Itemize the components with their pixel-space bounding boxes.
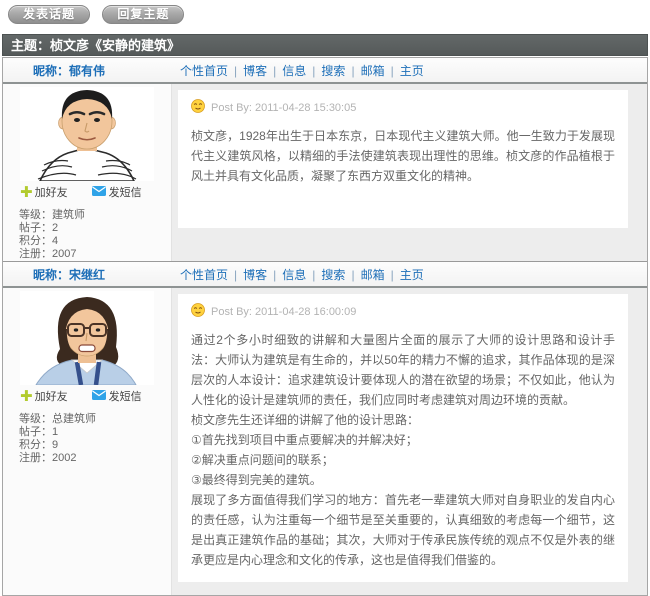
avatar-male-illustration[interactable]	[20, 87, 154, 181]
post-1-friend-actions: ✚ 加好友 发短信	[20, 184, 171, 200]
post-2-body: ✚ 加好友 发短信 等级：总建筑师 帖子：1 积分：9 注册：2002	[3, 288, 647, 595]
send-message-label: 发短信	[109, 184, 142, 200]
post-2-header: 昵称：宋继红 个性首页 | 博客 | 信息 | 搜索 | 邮箱 | 主页	[3, 262, 647, 288]
link-search[interactable]: 搜索	[321, 268, 345, 282]
post-2: 昵称：宋继红 个性首页 | 博客 | 信息 | 搜索 | 邮箱 | 主页	[3, 261, 647, 595]
add-friend-label: 加好友	[35, 388, 68, 404]
add-friend-button[interactable]: ✚ 加好友	[20, 184, 68, 200]
stat-posts: 帖子：2	[19, 222, 171, 235]
link-separator: |	[312, 268, 315, 282]
link-separator: |	[234, 64, 237, 78]
topic-title: 主题：桢文彦《安静的建筑》	[11, 38, 180, 53]
post-2-content-area: Post By: 2011-04-28 16:00:09 通过2个多小时细致的讲…	[172, 288, 647, 595]
post-1-content-area: Post By: 2011-04-28 15:30:05 桢文彦，1928年出生…	[172, 84, 647, 261]
post-2-profile-links: 个性首页 | 博客 | 信息 | 搜索 | 邮箱 | 主页	[172, 266, 424, 283]
stat-points: 积分：4	[19, 235, 171, 248]
post-1-text: 桢文彦，1928年出生于日本东京，日本现代主义建筑大师。他一生致力于发展现代主义…	[191, 126, 615, 186]
reply-topic-button[interactable]: 回复主题	[102, 5, 184, 24]
post-2-stats: 等级：总建筑师 帖子：1 积分：9 注册：2002	[19, 413, 171, 465]
post-1-timestamp: Post By: 2011-04-28 15:30:05	[211, 102, 356, 114]
toolbar: 发表话题 回复主题	[0, 0, 650, 34]
post-2-nickname: 昵称：宋继红	[3, 266, 172, 283]
link-separator: |	[351, 64, 354, 78]
link-separator: |	[391, 268, 394, 282]
post-1-sidebar: ✚ 加好友 发短信 等级：建筑师 帖子：2 积分：4 注册：2007	[3, 84, 172, 261]
post-2-text: 通过2个多小时细致的讲解和大量图片全面的展示了大师的设计思路和设计手法：大师认为…	[191, 330, 615, 570]
post-2-timestamp: Post By: 2011-04-28 16:00:09	[211, 306, 356, 318]
send-message-button[interactable]: 发短信	[92, 184, 142, 200]
link-info[interactable]: 信息	[282, 64, 306, 78]
envelope-icon	[92, 390, 106, 403]
post-1-header: 昵称：郁有伟 个性首页 | 博客 | 信息 | 搜索 | 邮箱 | 主页	[3, 58, 647, 84]
add-friend-button[interactable]: ✚ 加好友	[20, 388, 68, 404]
link-blog[interactable]: 博客	[243, 64, 267, 78]
smiley-icon	[191, 99, 205, 116]
post-2-meta: Post By: 2011-04-28 16:00:09	[191, 303, 615, 320]
link-mailbox[interactable]: 邮箱	[361, 64, 385, 78]
post-1-nickname: 昵称：郁有伟	[3, 62, 172, 79]
link-search[interactable]: 搜索	[321, 64, 345, 78]
post-1: 昵称：郁有伟 个性首页 | 博客 | 信息 | 搜索 | 邮箱 | 主页	[3, 58, 647, 261]
stat-registered: 注册：2002	[19, 452, 171, 465]
thread-container: 昵称：郁有伟 个性首页 | 博客 | 信息 | 搜索 | 邮箱 | 主页	[2, 57, 648, 596]
stat-registered: 注册：2007	[19, 248, 171, 261]
post-1-stats: 等级：建筑师 帖子：2 积分：4 注册：2007	[19, 209, 171, 261]
link-separator: |	[273, 64, 276, 78]
send-message-label: 发短信	[109, 388, 142, 404]
plus-icon: ✚	[20, 391, 33, 402]
envelope-icon	[92, 186, 106, 199]
plus-icon: ✚	[20, 187, 33, 198]
stat-posts: 帖子：1	[19, 426, 171, 439]
link-separator: |	[351, 268, 354, 282]
link-separator: |	[273, 268, 276, 282]
stat-level: 等级：建筑师	[19, 209, 171, 222]
avatar-female-illustration[interactable]	[20, 291, 154, 385]
smiley-icon	[191, 303, 205, 320]
post-2-card: Post By: 2011-04-28 16:00:09 通过2个多小时细致的讲…	[178, 294, 628, 582]
post-1-meta: Post By: 2011-04-28 15:30:05	[191, 99, 615, 116]
link-separator: |	[391, 64, 394, 78]
link-blog[interactable]: 博客	[243, 268, 267, 282]
stat-points: 积分：9	[19, 439, 171, 452]
send-message-button[interactable]: 发短信	[92, 388, 142, 404]
post-1-card: Post By: 2011-04-28 15:30:05 桢文彦，1928年出生…	[178, 90, 628, 228]
link-separator: |	[234, 268, 237, 282]
link-separator: |	[312, 64, 315, 78]
link-profile-home[interactable]: 个性首页	[180, 64, 228, 78]
post-1-profile-links: 个性首页 | 博客 | 信息 | 搜索 | 邮箱 | 主页	[172, 62, 424, 79]
post-2-friend-actions: ✚ 加好友 发短信	[20, 388, 171, 404]
post-topic-button[interactable]: 发表话题	[8, 5, 90, 24]
stat-level: 等级：总建筑师	[19, 413, 171, 426]
link-profile-home[interactable]: 个性首页	[180, 268, 228, 282]
add-friend-label: 加好友	[35, 184, 68, 200]
link-homepage[interactable]: 主页	[400, 268, 424, 282]
post-2-sidebar: ✚ 加好友 发短信 等级：总建筑师 帖子：1 积分：9 注册：2002	[3, 288, 172, 595]
link-info[interactable]: 信息	[282, 268, 306, 282]
post-1-body: ✚ 加好友 发短信 等级：建筑师 帖子：2 积分：4 注册：2007	[3, 84, 647, 261]
topic-title-bar: 主题：桢文彦《安静的建筑》	[2, 34, 648, 56]
link-homepage[interactable]: 主页	[400, 64, 424, 78]
link-mailbox[interactable]: 邮箱	[361, 268, 385, 282]
